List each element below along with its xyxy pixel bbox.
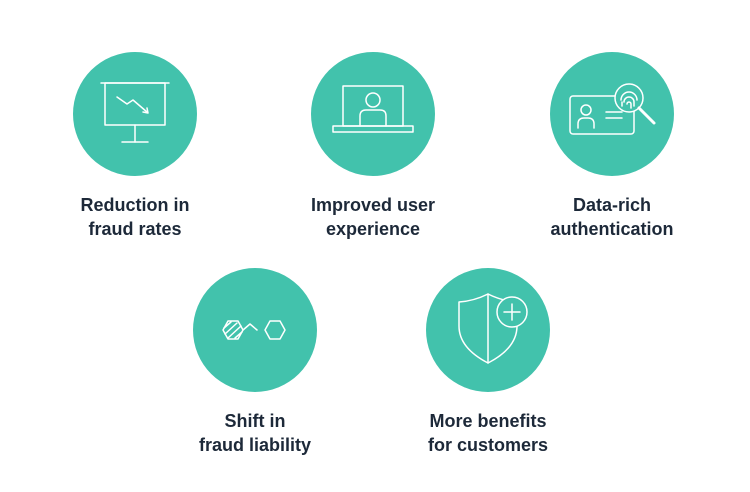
benefit-label: Data-rich authentication	[550, 193, 673, 241]
benefit-label: Shift in fraud liability	[199, 409, 311, 457]
benefit-label-line2: experience	[325, 219, 421, 239]
benefit-circle	[550, 52, 674, 176]
benefit-shift-fraud-liability: Shift in fraud liability	[160, 268, 350, 457]
benefit-label: More benefits for customers	[428, 409, 548, 457]
benefit-more-benefits-customers: More benefits for customers	[393, 268, 583, 457]
benefit-improved-user-experience: Improved user experience	[278, 52, 468, 241]
benefit-label-line2: authentication	[550, 219, 674, 239]
benefit-circle	[311, 52, 435, 176]
benefit-circle	[426, 268, 550, 392]
benefit-label-line1: Data-rich	[572, 195, 651, 215]
benefit-label-line1: Improved user	[310, 195, 436, 215]
benefit-reduction-fraud-rates: Reduction in fraud rates	[40, 52, 230, 241]
benefit-label: Reduction in fraud rates	[81, 193, 190, 241]
shield-plus-icon	[458, 293, 528, 364]
presentation-chart-down-icon	[100, 82, 170, 143]
benefit-circle	[73, 52, 197, 176]
id-card-fingerprint-icon	[569, 83, 656, 135]
benefit-label: Improved user experience	[311, 193, 435, 241]
laptop-user-icon	[332, 85, 414, 133]
benefit-label-line2: for customers	[427, 435, 549, 455]
benefit-label-line1: More benefits	[429, 411, 547, 431]
benefit-circle	[193, 268, 317, 392]
benefit-label-line1: Shift in	[224, 411, 286, 431]
benefit-label-line2: fraud rates	[88, 219, 182, 239]
benefit-data-rich-authentication: Data-rich authentication	[517, 52, 707, 241]
benefit-label-line2: fraud liability	[198, 435, 312, 455]
hexagons-shift-icon	[222, 320, 286, 340]
benefit-label-line1: Reduction in	[80, 195, 190, 215]
